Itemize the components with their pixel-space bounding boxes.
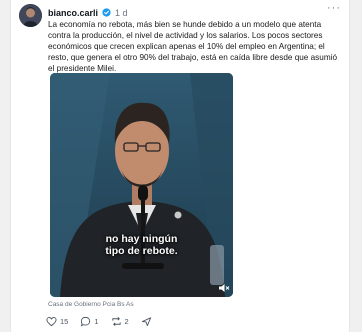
verified-badge-icon bbox=[102, 7, 111, 19]
comment-icon bbox=[81, 316, 91, 326]
repost-button[interactable]: 2 bbox=[111, 316, 129, 327]
caption-line-2: tipo de rebote. bbox=[105, 245, 178, 257]
post-header: bianco.carli 1 d bbox=[48, 6, 128, 20]
comment-button[interactable]: 1 bbox=[80, 316, 99, 327]
more-options-button[interactable]: ··· bbox=[327, 2, 341, 14]
like-button[interactable]: 15 bbox=[46, 316, 68, 327]
video-caption: no hay ningún tipo de rebote. bbox=[50, 233, 233, 257]
repost-count: 2 bbox=[124, 316, 129, 326]
video-frame bbox=[50, 73, 233, 297]
video-player[interactable]: no hay ningún tipo de rebote. bbox=[50, 73, 233, 297]
caption-line-1: no hay ningún bbox=[105, 233, 178, 245]
heart-icon bbox=[46, 316, 57, 326]
post-text: La economía no rebota, más bien se hunde… bbox=[48, 20, 338, 73]
repost-icon bbox=[111, 316, 121, 326]
share-button[interactable] bbox=[141, 316, 152, 327]
action-bar: 15 1 2 bbox=[46, 315, 164, 327]
username[interactable]: bianco.carli bbox=[48, 8, 98, 18]
video-source: Casa de Gobierno Pcia Bs As bbox=[48, 301, 134, 308]
avatar[interactable] bbox=[19, 4, 42, 27]
share-icon bbox=[141, 316, 151, 326]
comment-count: 1 bbox=[94, 316, 99, 326]
mute-icon[interactable] bbox=[218, 282, 230, 294]
post-time: 1 d bbox=[115, 8, 128, 18]
like-count: 15 bbox=[60, 316, 69, 326]
post-card: bianco.carli 1 d ··· La economía no rebo… bbox=[10, 0, 350, 332]
